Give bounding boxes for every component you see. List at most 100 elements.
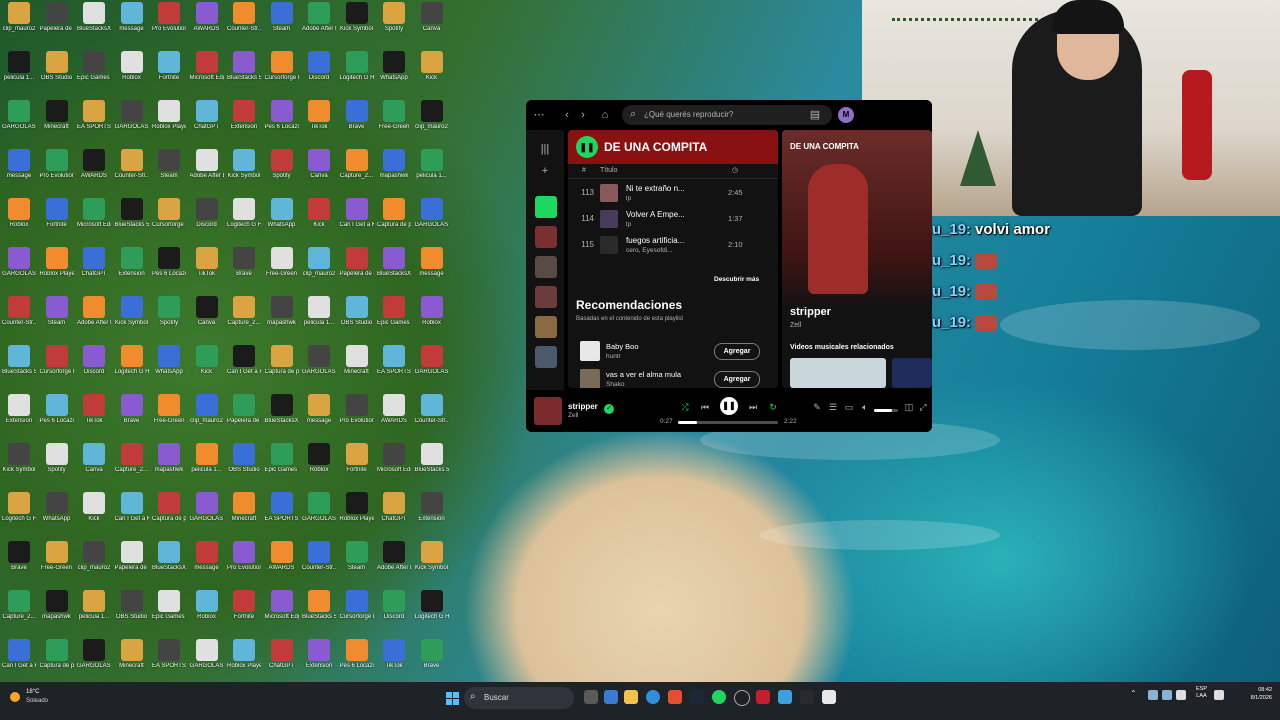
desktop-icon[interactable]: Roblox xyxy=(190,590,224,621)
desktop-icon[interactable]: Fortnite xyxy=(227,590,261,621)
desktop-icon[interactable]: Captura de pantalla xyxy=(265,345,299,376)
desktop-icon[interactable]: GARGOLAS AWARDS xyxy=(302,345,336,376)
steam-icon[interactable] xyxy=(690,690,704,704)
progress-bar[interactable] xyxy=(678,421,778,424)
desktop-icon[interactable]: AWARDS xyxy=(190,2,224,33)
player-artist[interactable]: Zell xyxy=(568,412,578,419)
desktop-icon[interactable]: Kick Symbol xyxy=(115,296,149,327)
previous-icon[interactable]: ⏮ xyxy=(698,400,712,414)
desktop-icon[interactable]: clip_mauro2 xyxy=(190,394,224,425)
app-icon[interactable] xyxy=(778,690,792,704)
desktop-icon[interactable]: ChatGPT xyxy=(265,639,299,670)
desktop-icon[interactable]: BlueStacksX xyxy=(77,2,111,33)
desktop-icon[interactable]: pelicula 1... xyxy=(415,149,449,180)
desktop-icon[interactable]: Epic Games Launcher xyxy=(265,443,299,474)
desktop-icon[interactable]: WhatsApp xyxy=(152,345,186,376)
desktop-icon[interactable]: BlueStacksX xyxy=(265,394,299,425)
desktop-icon[interactable]: WhatsApp xyxy=(40,492,74,523)
desktop-icon[interactable]: Roblox Player xyxy=(40,247,74,278)
track-row[interactable]: 114 Volver A Empe... lp 1:37 xyxy=(568,206,778,232)
app-icon[interactable] xyxy=(800,690,814,704)
desktop-icon[interactable]: Canva xyxy=(77,443,111,474)
desktop-icon[interactable]: OBS Studio xyxy=(40,51,74,82)
desktop-icon[interactable]: Cursorforge Installer xyxy=(340,590,374,621)
desktop-icon[interactable]: Papelera de reciclaje xyxy=(115,541,149,572)
desktop-icon[interactable]: Kick Symbol xyxy=(340,2,374,33)
desktop-icon[interactable]: BlueStacks 5 xyxy=(227,51,261,82)
desktop-icon[interactable]: ChatGPT xyxy=(377,492,411,523)
desktop-icon[interactable]: AWARDS xyxy=(377,394,411,425)
video-thumbnail[interactable] xyxy=(790,358,886,388)
desktop-icon[interactable]: GARGOLAS AWARDS xyxy=(190,492,224,523)
desktop-icon[interactable]: Minecraft xyxy=(227,492,261,523)
obs-icon[interactable] xyxy=(734,690,750,706)
desktop-icon[interactable]: EA SPORTS FC 26 xyxy=(377,345,411,376)
desktop-icon[interactable]: BlueStacks 5 xyxy=(2,345,36,376)
desktop-icon[interactable]: pelicula 1... xyxy=(77,590,111,621)
desktop-icon[interactable]: Discord xyxy=(77,345,111,376)
desktop-icon[interactable]: message xyxy=(190,541,224,572)
desktop-icon[interactable]: Kick xyxy=(190,345,224,376)
desktop-icon[interactable]: ChatGPT xyxy=(190,100,224,131)
desktop-icon[interactable]: Counter-Str... xyxy=(227,2,261,33)
desktop-icon[interactable]: Minecraft xyxy=(40,100,74,131)
desktop-icon[interactable]: Microsoft Edge xyxy=(377,443,411,474)
player-cover[interactable] xyxy=(534,397,562,425)
desktop-icon[interactable]: Free-Green xyxy=(377,100,411,131)
queue-icon[interactable]: ☰ xyxy=(826,400,840,414)
desktop-icon[interactable]: message xyxy=(2,149,36,180)
desktop-icon[interactable]: Adobe After Effects xyxy=(377,541,411,572)
desktop-icon[interactable]: Kick Symbol xyxy=(227,149,261,180)
desktop-icon[interactable]: clip_mauro2 xyxy=(415,100,449,131)
desktop-icon[interactable]: Steam xyxy=(340,541,374,572)
desktop-icon[interactable]: Extension xyxy=(2,394,36,425)
desktop-icon[interactable]: Logitech G HUB xyxy=(115,345,149,376)
windows-start-icon[interactable] xyxy=(446,692,460,706)
video-thumbnail[interactable] xyxy=(892,358,932,388)
desktop-icon[interactable]: OBS Studio xyxy=(227,443,261,474)
desktop-icon[interactable]: Spotify xyxy=(377,2,411,33)
desktop-icon[interactable]: Captura de pantalla xyxy=(377,198,411,229)
miniplayer-icon[interactable]: ◫ xyxy=(902,400,916,414)
file-explorer-icon[interactable] xyxy=(624,690,638,704)
desktop-icon[interactable]: mapashwk xyxy=(377,149,411,180)
repeat-icon[interactable]: ↻ xyxy=(766,400,780,414)
desktop-icon[interactable]: message xyxy=(302,394,336,425)
desktop-icon[interactable]: Canva xyxy=(302,149,336,180)
tray-icon[interactable] xyxy=(1162,690,1172,700)
desktop-icon[interactable]: Pro Evolution Soccer 6 xyxy=(40,149,74,180)
desktop-icon[interactable]: GARGOLAS xyxy=(302,492,336,523)
discover-more-link[interactable]: Descubrir más xyxy=(714,276,759,283)
desktop-icon[interactable]: Captura de pantalla xyxy=(40,639,74,670)
desktop-icon[interactable]: clip_mauro2 xyxy=(2,2,36,33)
desktop-icon[interactable]: BlueStacksX xyxy=(152,541,186,572)
desktop-icon[interactable]: Cursorforge Installer xyxy=(40,345,74,376)
home-icon[interactable]: ⌂ xyxy=(598,108,612,122)
chevron-up-icon[interactable]: ⌃ xyxy=(1130,689,1137,698)
desktop-icon[interactable]: Fortnite xyxy=(340,443,374,474)
add-button[interactable]: Agregar xyxy=(714,343,760,360)
library-item[interactable] xyxy=(535,316,557,338)
avatar[interactable]: M xyxy=(838,107,854,123)
desktop-icon[interactable]: EA SPORTS FC 26 xyxy=(152,639,186,670)
desktop-icon[interactable]: mapashwk xyxy=(152,443,186,474)
desktop-icon[interactable]: BlueStacksX xyxy=(377,247,411,278)
desktop-icon[interactable]: Counter-Str... xyxy=(115,149,149,180)
library-item[interactable] xyxy=(535,226,557,248)
desktop-icon[interactable]: clip_mauro2 xyxy=(302,247,336,278)
desktop-icon[interactable]: Capture_2... xyxy=(115,443,149,474)
desktop-icon[interactable]: GARGOLAS xyxy=(415,345,449,376)
desktop-icon[interactable]: TikTok xyxy=(77,394,111,425)
desktop-icon[interactable]: pelicula 1... xyxy=(190,443,224,474)
volume-slider[interactable] xyxy=(874,409,898,412)
desktop-icon[interactable]: Extension xyxy=(415,492,449,523)
desktop-icon[interactable]: Discord xyxy=(190,198,224,229)
desktop-icon[interactable]: Microsoft Edge xyxy=(265,590,299,621)
desktop-icon[interactable]: Papelera de reciclaje xyxy=(340,247,374,278)
brave-icon[interactable] xyxy=(668,690,682,704)
fullscreen-icon[interactable]: ⤢ xyxy=(916,400,930,414)
desktop-icon[interactable]: Papelera de reciclaje xyxy=(40,2,74,33)
shuffle-icon[interactable]: ⤮ xyxy=(678,400,692,414)
recommendation-row[interactable]: Baby Boo huntr Agregar xyxy=(568,338,778,364)
play-button[interactable]: ❚❚ xyxy=(576,136,598,158)
